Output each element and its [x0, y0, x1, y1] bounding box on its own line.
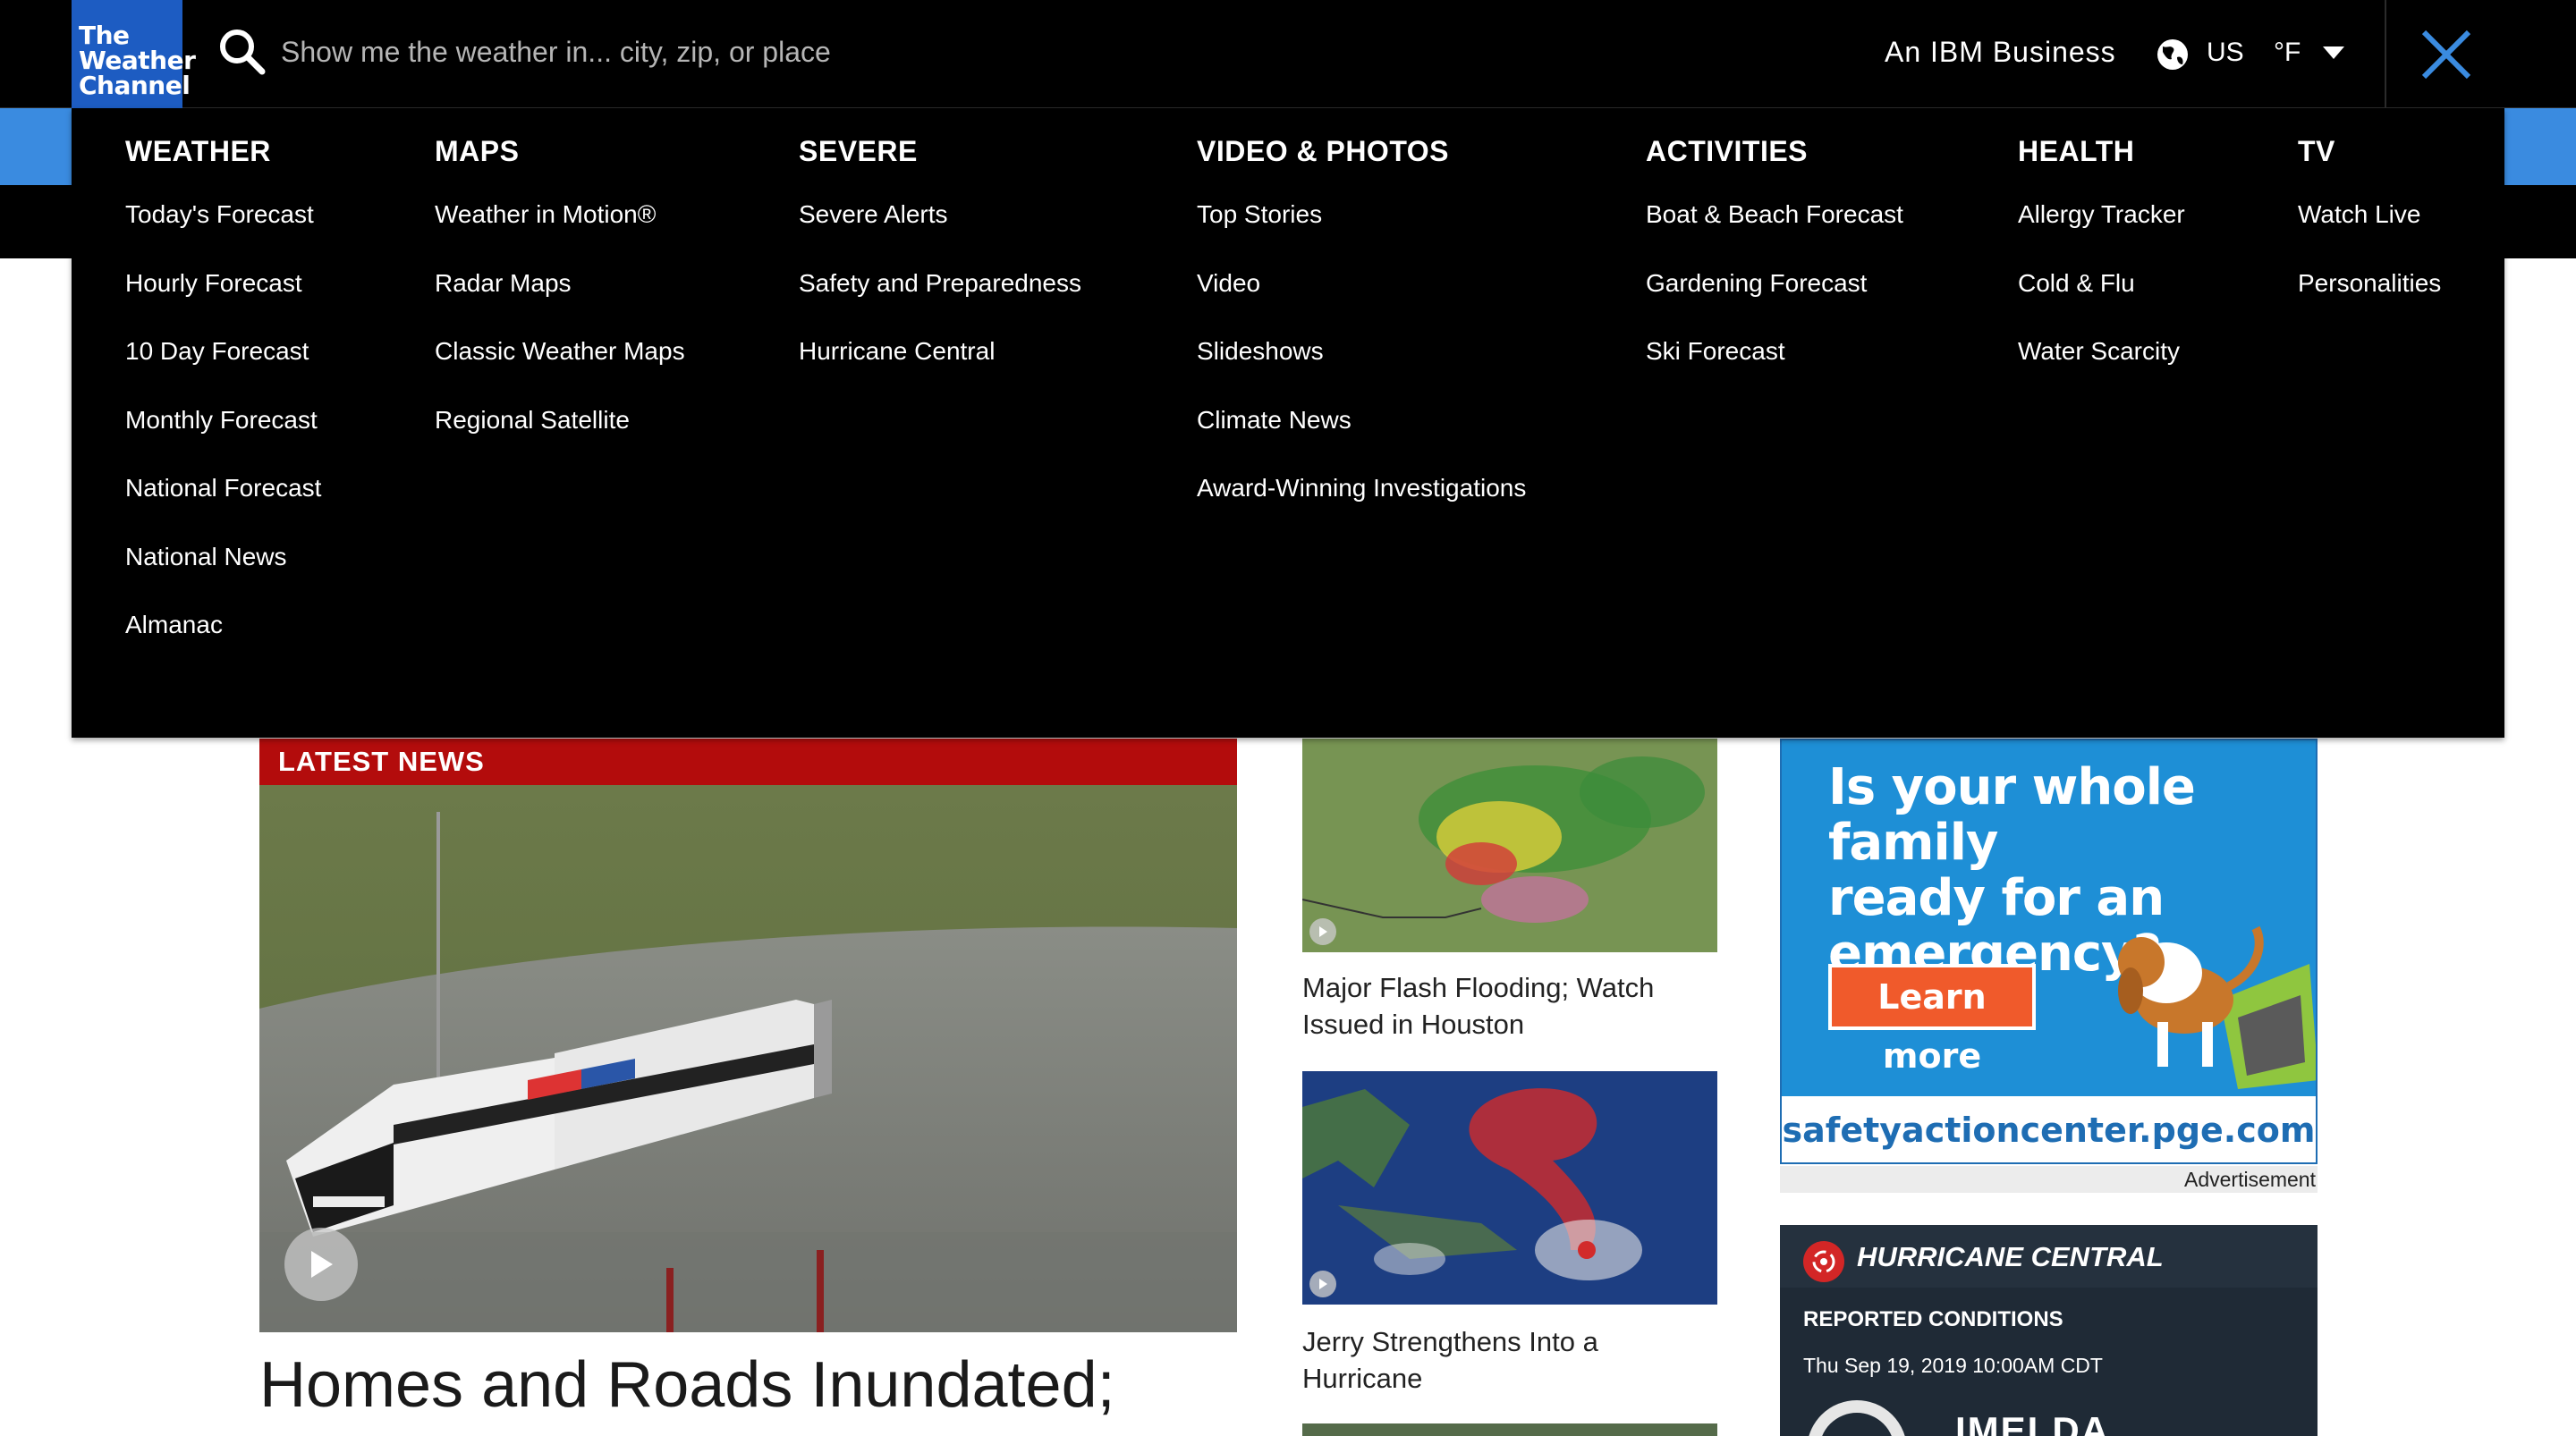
play-icon[interactable]	[284, 1228, 358, 1301]
menu-item[interactable]: Weather in Motion®	[435, 197, 685, 266]
hurricane-video-thumbnail[interactable]	[1302, 1071, 1717, 1305]
radar-video-thumbnail[interactable]	[1302, 739, 1717, 952]
menu-item[interactable]: Hurricane Central	[799, 334, 1081, 402]
menu-item[interactable]: Boat & Beach Forecast	[1646, 197, 1903, 266]
menu-item[interactable]: Almanac	[125, 607, 321, 676]
menu-item[interactable]: Hourly Forecast	[125, 266, 321, 334]
menu-item[interactable]: Regional Satellite	[435, 402, 685, 471]
advertisement[interactable]: Is your whole family ready for an emerge…	[1780, 739, 2318, 1193]
ad-banner[interactable]: Is your whole family ready for an emerge…	[1780, 739, 2318, 1164]
menu-column-weather: WEATHER Today's Forecast Hourly Forecast…	[125, 135, 321, 676]
menu-heading[interactable]: SEVERE	[799, 135, 1081, 168]
menu-column-severe: SEVERE Severe Alerts Safety and Prepared…	[799, 135, 1081, 402]
menu-item[interactable]: 10 Day Forecast	[125, 334, 321, 402]
menu-item[interactable]: Classic Weather Maps	[435, 334, 685, 402]
header-divider	[2385, 0, 2386, 108]
menu-item[interactable]: Today's Forecast	[125, 197, 321, 266]
latest-news-label: LATEST NEWS	[259, 739, 1237, 785]
menu-item[interactable]: Radar Maps	[435, 266, 685, 334]
menu-item[interactable]: Personalities	[2298, 266, 2441, 334]
ibm-business-label: An IBM Business	[1885, 36, 2116, 68]
menu-heading[interactable]: MAPS	[435, 135, 685, 168]
menu-item[interactable]: Watch Live	[2298, 197, 2441, 266]
play-icon[interactable]	[1309, 918, 1336, 945]
dog-carrier-illustration	[2118, 925, 2316, 1089]
close-icon[interactable]	[2415, 23, 2478, 86]
reported-timestamp: Thu Sep 19, 2019 10:00AM CDT	[1803, 1354, 2103, 1377]
menu-item[interactable]: Water Scarcity	[2018, 334, 2185, 402]
menu-item[interactable]: Allergy Tracker	[2018, 197, 2185, 266]
play-icon[interactable]	[1309, 1271, 1336, 1297]
menu-column-tv: TV Watch Live Personalities	[2298, 135, 2441, 334]
story-caption[interactable]: Major Flash Flooding; Watch Issued in Ho…	[1302, 969, 1717, 1043]
menu-item[interactable]: Monthly Forecast	[125, 402, 321, 471]
search-icon[interactable]	[217, 27, 267, 77]
menu-item[interactable]: Video	[1197, 266, 1526, 334]
menu-heading[interactable]: WEATHER	[125, 135, 321, 168]
latest-news-video-thumbnail[interactable]	[259, 785, 1237, 1332]
menu-item[interactable]: Award-Winning Investigations	[1197, 470, 1526, 539]
country-selector[interactable]: US	[2207, 38, 2244, 68]
ad-learn-more-button[interactable]: Learn more	[1828, 964, 2036, 1076]
menu-item[interactable]: Gardening Forecast	[1646, 266, 1903, 334]
globe-icon[interactable]	[2156, 38, 2190, 72]
site-header: The Weather Channel An IBM Business US °…	[0, 0, 2576, 108]
ad-url[interactable]: safetyactioncenter.pge.com	[1782, 1096, 2316, 1162]
mega-menu: WEATHER Today's Forecast Hourly Forecast…	[72, 108, 2504, 738]
reported-conditions-label: REPORTED CONDITIONS	[1803, 1307, 2063, 1331]
menu-heading[interactable]: VIDEO & PHOTOS	[1197, 135, 1526, 168]
hurricane-central-header: HURRICANE CENTRAL	[1780, 1225, 2318, 1288]
hurricane-central-module[interactable]: HURRICANE CENTRAL REPORTED CONDITIONS Th…	[1780, 1225, 2318, 1436]
latest-news-module: LATEST NEWS Homes and Roads Inundated;	[259, 739, 1237, 1436]
menu-item[interactable]: National Forecast	[125, 470, 321, 539]
menu-column-video-photos: VIDEO & PHOTOS Top Stories Video Slidesh…	[1197, 135, 1526, 539]
menu-column-activities: ACTIVITIES Boat & Beach Forecast Gardeni…	[1646, 135, 1903, 402]
flooded-bus-photo	[259, 785, 1237, 1332]
menu-heading[interactable]: HEALTH	[2018, 135, 2185, 168]
story-caption[interactable]: Jerry Strengthens Into a Hurricane	[1302, 1323, 1717, 1397]
weather-channel-logo[interactable]: The Weather Channel	[72, 0, 196, 108]
menu-item[interactable]: Cold & Flu	[2018, 266, 2185, 334]
menu-column-maps: MAPS Weather in Motion® Radar Maps Class…	[435, 135, 685, 470]
menu-item[interactable]: Climate News	[1197, 402, 1526, 471]
menu-item[interactable]: Safety and Preparedness	[799, 266, 1081, 334]
menu-item[interactable]: Ski Forecast	[1646, 334, 1903, 402]
menu-item[interactable]: Severe Alerts	[799, 197, 1081, 266]
menu-heading[interactable]: TV	[2298, 135, 2441, 168]
menu-column-health: HEALTH Allergy Tracker Cold & Flu Water …	[2018, 135, 2185, 402]
search-input[interactable]	[281, 29, 1050, 75]
storm-name[interactable]: IMELDA	[1955, 1409, 2110, 1436]
menu-item[interactable]: Slideshows	[1197, 334, 1526, 402]
storm-category-gauge	[1807, 1400, 1907, 1436]
unit-selector[interactable]: °F	[2274, 38, 2301, 68]
ad-label: Advertisement	[1780, 1166, 2318, 1193]
chevron-down-icon[interactable]	[2321, 45, 2346, 61]
hurricane-icon	[1803, 1241, 1844, 1282]
menu-item[interactable]: Top Stories	[1197, 197, 1526, 266]
menu-item[interactable]: National News	[125, 539, 321, 608]
latest-news-headline[interactable]: Homes and Roads Inundated;	[259, 1348, 1422, 1422]
story-thumbnail[interactable]	[1302, 1423, 1717, 1436]
menu-heading[interactable]: ACTIVITIES	[1646, 135, 1903, 168]
hurricane-central-title: HURRICANE CENTRAL	[1857, 1241, 2164, 1272]
